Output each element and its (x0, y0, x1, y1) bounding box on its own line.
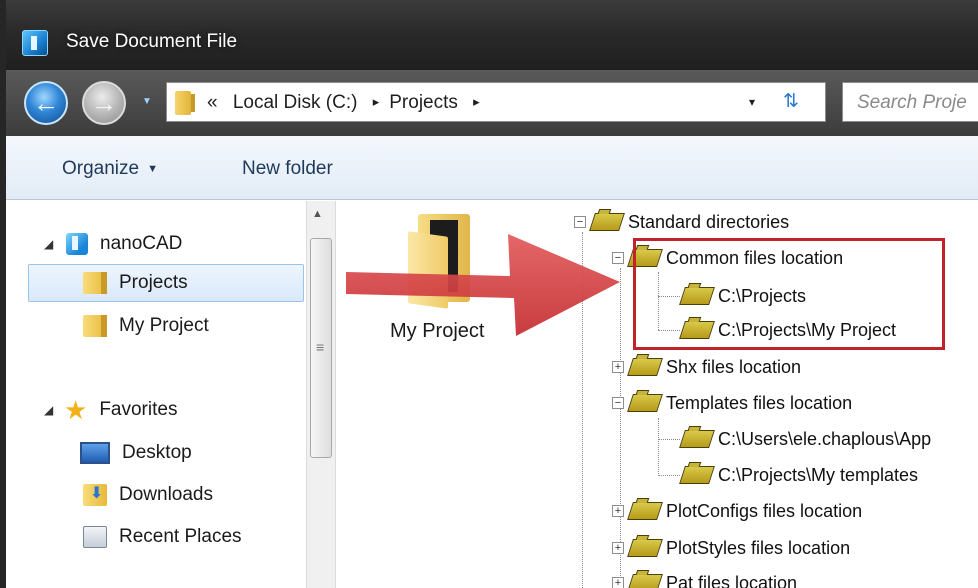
tree-node-label: C:\Projects\My templates (718, 464, 919, 485)
recent-places-icon (83, 526, 107, 548)
tree-node-pat-files-location[interactable]: + Pat files location (612, 570, 797, 588)
tree-node-shx-files-location[interactable]: + Shx files location (612, 354, 801, 380)
tree-node-label: Standard directories (628, 211, 790, 232)
arrow-left-icon: ← (33, 88, 59, 118)
search-input[interactable]: Search Proje (842, 82, 978, 122)
tree-node-path[interactable]: C:\Users\ele.chaplous\App (679, 426, 932, 452)
open-folder-icon (679, 430, 715, 448)
tree-node-plotconfigs-files-location[interactable]: + PlotConfigs files location (612, 498, 862, 524)
sidebar-item-label: My Project (119, 315, 209, 336)
tree-node-label: C:\Users\ele.chaplous\App (718, 428, 932, 449)
nanocad-icon (66, 233, 88, 255)
tree-node-label: Templates files location (666, 392, 853, 413)
breadcrumb-segment-local-disk[interactable]: Local Disk (C:) (233, 92, 358, 113)
sidebar-item-projects[interactable]: Projects (28, 264, 304, 302)
tree-node-label: PlotConfigs files location (666, 500, 863, 521)
chevron-down-icon: ▼ (147, 163, 158, 175)
open-folder-icon (627, 502, 663, 520)
arrow-right-icon: → (91, 88, 117, 118)
scroll-up-icon[interactable]: ▲ (312, 208, 323, 220)
expand-icon[interactable]: + (612, 361, 624, 373)
expand-icon[interactable]: + (612, 542, 624, 554)
sidebar-item-label: Projects (119, 272, 188, 293)
expand-triangle-icon[interactable]: ◢ (44, 237, 60, 251)
folder-icon (175, 91, 195, 115)
window-title: Save Document File (66, 31, 238, 52)
organize-label: Organize (62, 158, 140, 179)
tree-connector-line (658, 418, 659, 476)
address-bar[interactable]: « Local Disk (C:) ▸ Projects ▸ ▾ (166, 82, 826, 122)
sidebar-item-recent-places[interactable]: Recent Places (83, 518, 242, 556)
organize-button[interactable]: Organize ▼ (62, 158, 158, 180)
downloads-icon (83, 484, 107, 506)
address-dropdown-icon[interactable]: ▾ (749, 95, 755, 109)
sidebar-item-label: Downloads (119, 484, 213, 505)
forward-button[interactable]: → (82, 81, 126, 125)
highlight-annotation-box (633, 238, 945, 350)
expand-icon[interactable]: + (612, 505, 624, 517)
expand-triangle-icon[interactable]: ◢ (44, 403, 60, 417)
tree-connector-line (658, 439, 680, 440)
open-folder-icon (627, 394, 663, 412)
star-icon: ★ (64, 395, 88, 425)
sidebar-item-label: Desktop (122, 442, 192, 463)
desktop-icon (80, 442, 110, 464)
tree-node-path[interactable]: C:\Projects\My templates (679, 462, 919, 488)
open-folder-icon (627, 574, 663, 588)
sidebar-item-label: nanoCAD (100, 233, 183, 254)
folder-icon (83, 315, 107, 337)
app-icon (22, 30, 48, 56)
sidebar-item-label: Favorites (99, 399, 178, 420)
expand-icon[interactable]: + (612, 577, 624, 588)
breadcrumb-separator-icon[interactable]: ▸ (373, 94, 380, 109)
tree-node-templates-files-location[interactable]: − Templates files location (612, 390, 852, 416)
tree-node-label: Pat files location (666, 572, 798, 588)
sidebar-item-downloads[interactable]: Downloads (83, 476, 213, 514)
breadcrumb-segment-projects[interactable]: Projects (389, 92, 458, 113)
open-folder-icon (679, 466, 715, 484)
new-folder-button[interactable]: New folder (242, 158, 333, 180)
history-dropdown-icon[interactable]: ▼ (140, 95, 154, 109)
breadcrumb-separator-icon[interactable]: ▸ (473, 94, 480, 109)
grip-icon: ≡ (316, 339, 325, 355)
search-placeholder: Search Proje (857, 92, 967, 113)
refresh-icon[interactable]: ⇅ (776, 88, 806, 116)
open-folder-icon (627, 358, 663, 376)
sidebar-item-nanocad[interactable]: ◢ nanoCAD (44, 225, 182, 263)
sidebar-item-desktop[interactable]: Desktop (80, 434, 192, 472)
collapse-icon[interactable]: − (612, 397, 624, 409)
open-folder-icon (627, 539, 663, 557)
tree-node-label: PlotStyles files location (666, 537, 851, 558)
sidebar-item-my-project[interactable]: My Project (83, 307, 209, 345)
folder-icon (83, 272, 107, 294)
breadcrumb-overflow[interactable]: « (207, 92, 218, 113)
back-button[interactable]: ← (24, 81, 68, 125)
tree-node-plotstyles-files-location[interactable]: + PlotStyles files location (612, 535, 850, 561)
tree-node-label: Shx files location (666, 356, 802, 377)
breadcrumb: « Local Disk (C:) ▸ Projects ▸ (207, 92, 490, 114)
sidebar-item-label: Recent Places (119, 526, 242, 547)
tree-connector-line (658, 475, 680, 476)
sidebar-item-favorites[interactable]: ◢ ★ Favorites (44, 391, 177, 429)
red-arrow-annotation (346, 234, 620, 336)
